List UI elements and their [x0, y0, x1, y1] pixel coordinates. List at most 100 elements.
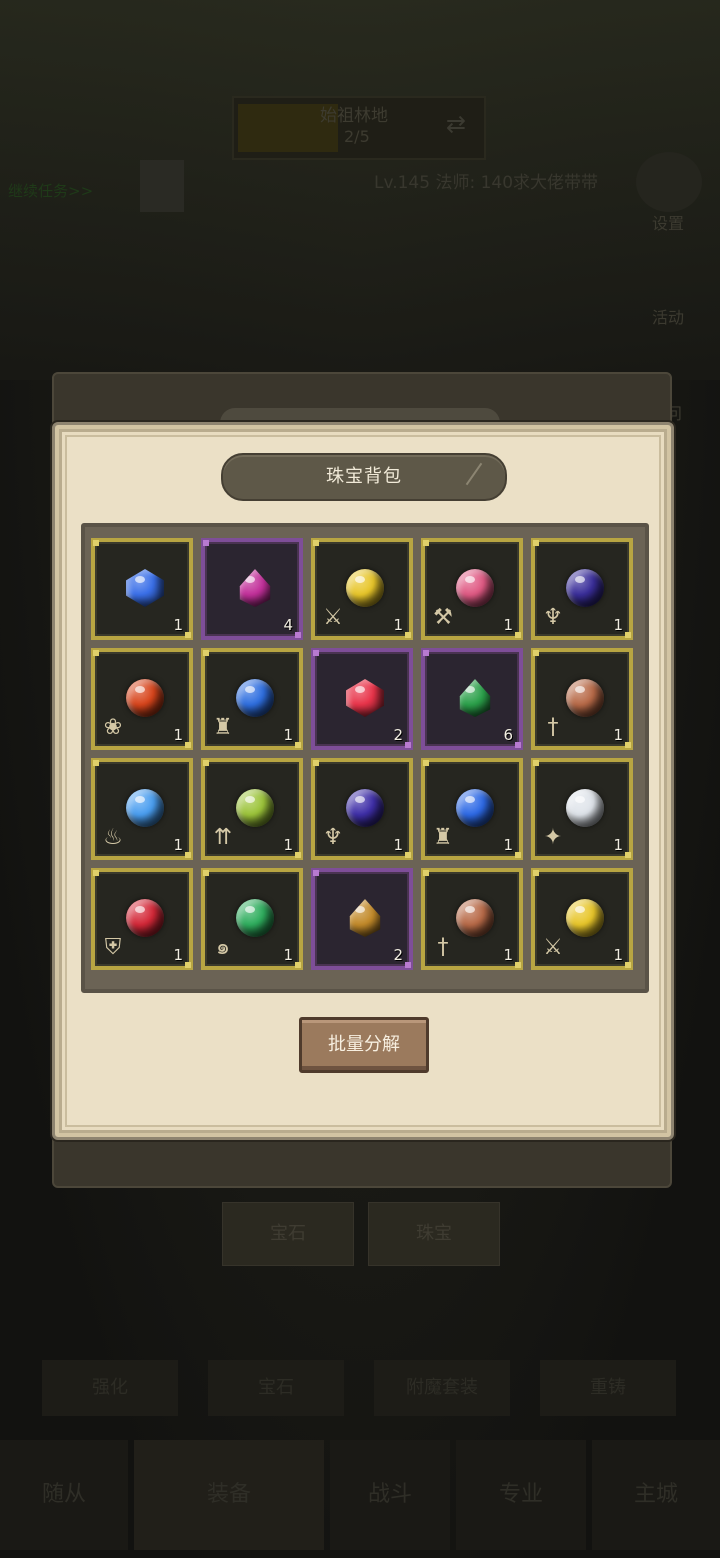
jewel-count: 1	[173, 726, 183, 744]
jewel-slot[interactable]: ⚔ 1	[311, 538, 413, 640]
jewel-icon	[126, 679, 164, 717]
jewelry-grid-frame: 1 4 ⚔ 1 ⚒ 1 ♆ 1 ❀ 1 ♜ 1 2 6 † 1 ♨ 1 ⇈ 1 ♆ 1 ♜ 1 ✦ 1 ⛨ 1 ๑ 1 2 † 1 ⚔ 1	[81, 523, 649, 993]
jewel-icon	[566, 569, 604, 607]
jewel-slot[interactable]: ⛨ 1	[91, 868, 193, 970]
horns-icon: ♆	[323, 825, 343, 850]
jewel-count: 1	[393, 836, 403, 854]
shield-icon: ⛨	[104, 935, 122, 960]
jewel-icon	[239, 569, 271, 607]
totem-icon: ♜	[213, 715, 233, 740]
jewel-count: 1	[503, 836, 513, 854]
jewel-icon	[346, 789, 384, 827]
action-enchant-set: 附魔套装	[374, 1360, 510, 1416]
jewel-slot[interactable]: 2	[311, 868, 413, 970]
modal-title-bar: 珠宝背包	[221, 453, 507, 501]
jewel-slot[interactable]: † 1	[421, 868, 523, 970]
tab-jewelry: 珠宝	[368, 1202, 500, 1266]
jewel-slot[interactable]: ♆ 1	[311, 758, 413, 860]
jewel-icon	[346, 569, 384, 607]
jewel-count: 1	[283, 836, 293, 854]
star-icon: ✦	[543, 825, 563, 850]
modal-title: 珠宝背包	[326, 466, 402, 487]
jewel-slot[interactable]: ♜ 1	[421, 758, 523, 860]
action-reforge: 重铸	[540, 1360, 676, 1416]
jewel-count: 1	[393, 616, 403, 634]
jewel-count: 1	[283, 726, 293, 744]
swirl-icon: ๑	[216, 935, 230, 960]
task-link: 继续任务>>	[8, 182, 94, 200]
jewel-icon	[126, 569, 164, 607]
jewel-icon	[456, 789, 494, 827]
jewel-count: 1	[283, 946, 293, 964]
jewel-count: 4	[283, 616, 293, 634]
jewel-slot[interactable]: ♨ 1	[91, 758, 193, 860]
swords-icon: ⚔	[323, 605, 343, 630]
jewel-count: 1	[613, 726, 623, 744]
swords-icon: ⚔	[543, 935, 563, 960]
stage-progress: 2/5	[344, 127, 370, 146]
jewel-slot[interactable]: ⇈ 1	[201, 758, 303, 860]
jewel-slot[interactable]: ⚔ 1	[531, 868, 633, 970]
nav-main-city: 主城	[592, 1440, 720, 1550]
batch-decompose-button[interactable]: 批量分解	[299, 1017, 429, 1073]
swap-icon: ⇄	[446, 110, 467, 138]
player-info: Lv.145 法师: 140求大佬带带	[374, 173, 599, 193]
jewel-slot[interactable]: † 1	[531, 648, 633, 750]
jewel-icon	[566, 789, 604, 827]
jewel-count: 1	[173, 616, 183, 634]
gear-icon	[636, 152, 702, 212]
jewel-icon	[236, 899, 274, 937]
flame-icon: ♨	[103, 825, 123, 850]
nav-followers: 随从	[0, 1440, 128, 1550]
jewel-slot[interactable]: ๑1	[201, 868, 303, 970]
jewel-count: 6	[503, 726, 513, 744]
nav-battle: 战斗	[330, 1440, 450, 1550]
dagger-icon: †	[547, 715, 559, 740]
jewel-icon	[456, 899, 494, 937]
background-scene	[0, 0, 720, 380]
paw-icon: ❀	[103, 715, 123, 740]
arrows-icon: ⇈	[213, 825, 233, 850]
jewel-slot[interactable]: 6	[421, 648, 523, 750]
jewel-icon	[126, 789, 164, 827]
tab-gem: 宝石	[222, 1202, 354, 1266]
jewel-icon	[349, 899, 381, 937]
jewelry-bag-modal: 珠宝背包 1 4 ⚔ 1 ⚒ 1 ♆ 1 ❀ 1 ♜ 1 2 6 † 1 ♨ 1 ⇈ 1 ♆ 1 ♜ 1 ✦ 1 ⛨ 1 ๑ 1 2 † 1 ⚔ 1…	[52, 422, 674, 1140]
jewel-icon	[236, 679, 274, 717]
jewel-icon	[566, 899, 604, 937]
jewel-count: 2	[393, 946, 403, 964]
jewel-count: 1	[173, 946, 183, 964]
jewel-slot[interactable]: 4	[201, 538, 303, 640]
jewel-slot[interactable]: 2	[311, 648, 413, 750]
nav-equipment: 装备	[134, 1440, 324, 1550]
action-gem: 宝石	[208, 1360, 344, 1416]
jewel-slot[interactable]: ⚒ 1	[421, 538, 523, 640]
activity-label: 活动	[652, 308, 685, 327]
jewel-count: 1	[503, 616, 513, 634]
stage-title: 始祖林地	[320, 106, 388, 126]
horns-icon: ♆	[543, 605, 563, 630]
jewel-icon	[346, 679, 384, 717]
bag-icon	[140, 160, 184, 212]
jewel-icon	[126, 899, 164, 937]
jewel-count: 2	[393, 726, 403, 744]
jewel-count: 1	[173, 836, 183, 854]
jewel-slot[interactable]: ✦ 1	[531, 758, 633, 860]
jewel-slot[interactable]: ❀ 1	[91, 648, 193, 750]
jewel-count: 1	[503, 946, 513, 964]
totem-icon: ♜	[433, 825, 453, 850]
jewel-icon	[566, 679, 604, 717]
jewel-count: 1	[613, 616, 623, 634]
nav-profession: 专业	[456, 1440, 586, 1550]
dagger-icon: †	[437, 935, 449, 960]
jewel-slot[interactable]: ♜ 1	[201, 648, 303, 750]
jewel-count: 1	[613, 946, 623, 964]
jewel-slot[interactable]: ♆ 1	[531, 538, 633, 640]
jewel-count: 1	[613, 836, 623, 854]
jewel-icon	[456, 569, 494, 607]
action-enhance: 强化	[42, 1360, 178, 1416]
jewel-icon	[236, 789, 274, 827]
hammer-icon: ⚒	[433, 605, 453, 630]
jewel-icon	[459, 679, 491, 717]
jewel-slot[interactable]: 1	[91, 538, 193, 640]
